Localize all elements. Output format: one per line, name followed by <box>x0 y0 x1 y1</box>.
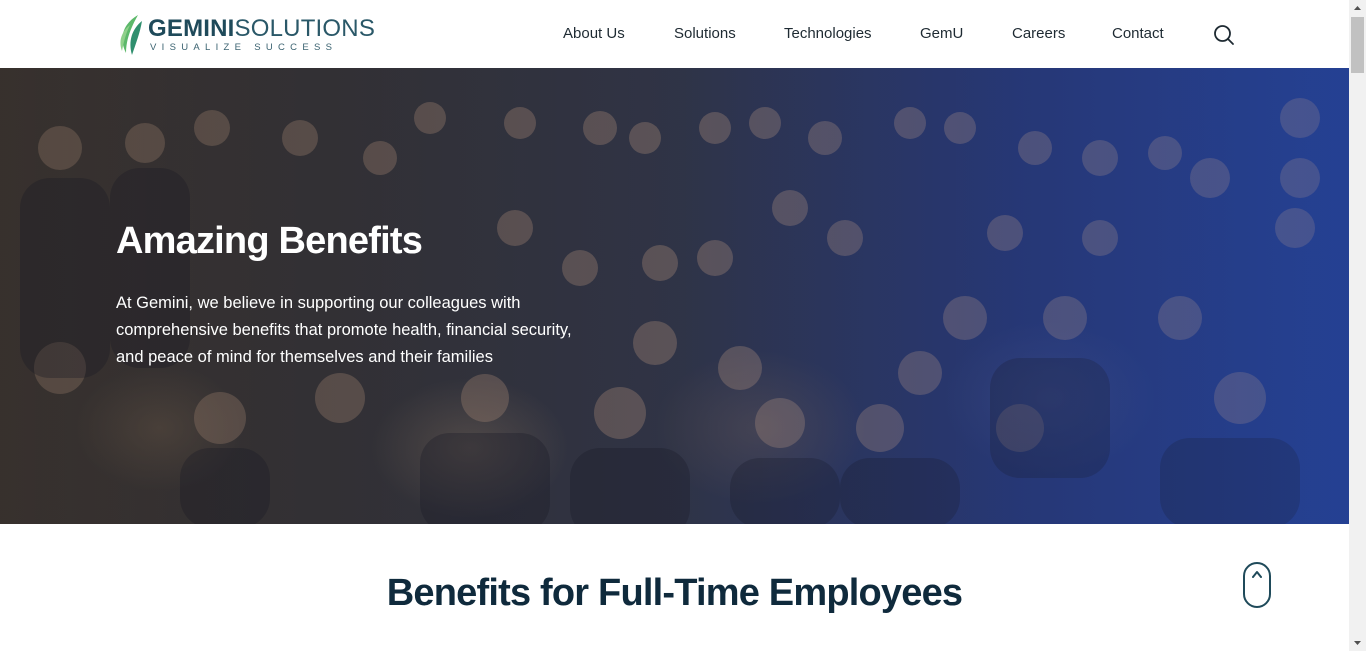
scroll-down-arrow-icon[interactable] <box>1349 634 1366 651</box>
logo-tagline: VISUALIZE SUCCESS <box>150 41 338 53</box>
logo[interactable]: GEMINISOLUTIONS VISUALIZE SUCCESS <box>116 10 376 58</box>
site-header: GEMINISOLUTIONS VISUALIZE SUCCESS About … <box>0 0 1349 68</box>
nav-solutions[interactable]: Solutions <box>674 22 736 46</box>
logo-brand: GEMINISOLUTIONS <box>148 14 376 42</box>
search-button[interactable] <box>1212 23 1236 47</box>
nav-about-us[interactable]: About Us <box>563 22 625 46</box>
hero-title: Amazing Benefits <box>116 220 423 262</box>
nav-contact[interactable]: Contact <box>1112 22 1164 46</box>
nav-technologies[interactable]: Technologies <box>784 22 872 46</box>
section-title: Benefits for Full-Time Employees <box>386 572 963 614</box>
scroll-to-top-button[interactable] <box>1243 562 1271 608</box>
logo-leaf-icon <box>120 15 142 55</box>
search-icon <box>1214 25 1234 45</box>
scroll-up-arrow-icon[interactable] <box>1349 0 1366 17</box>
nav-gemu[interactable]: GemU <box>920 22 963 46</box>
page-scrollbar[interactable] <box>1349 0 1366 651</box>
scrollbar-thumb[interactable] <box>1351 17 1364 73</box>
hero-description: At Gemini, we believe in supporting our … <box>116 294 572 366</box>
nav-careers[interactable]: Careers <box>1012 22 1065 46</box>
hero-banner: Amazing Benefits At Gemini, we believe i… <box>0 68 1349 524</box>
chevron-up-icon <box>1252 571 1262 578</box>
